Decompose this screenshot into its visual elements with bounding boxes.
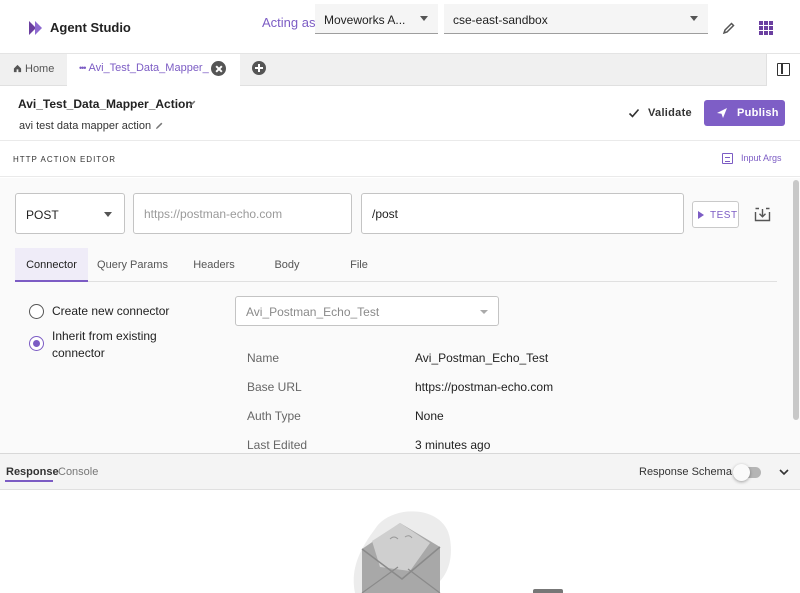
inherit-connector-label: Inherit from existing connector — [52, 329, 157, 360]
send-icon — [717, 108, 727, 118]
chevron-down-icon[interactable] — [778, 467, 790, 477]
play-icon — [698, 211, 704, 219]
apps-grid-icon[interactable] — [759, 21, 773, 35]
tab-response[interactable]: Response — [6, 466, 59, 478]
tab-connector[interactable]: Connector — [15, 248, 88, 282]
response-schema-toggle[interactable] — [733, 464, 761, 481]
caret-down-icon — [104, 212, 112, 217]
tab-file[interactable]: File — [341, 248, 377, 282]
tab-console[interactable]: Console — [58, 466, 98, 478]
caret-down-icon — [420, 16, 428, 21]
inherit-connector-radio[interactable] — [29, 336, 44, 351]
app-bar: Agent Studio Acting as: Moveworks A... c… — [0, 0, 800, 54]
resize-handle[interactable] — [533, 589, 563, 593]
caret-down-icon — [690, 16, 698, 21]
tab-headers[interactable]: Headers — [185, 248, 243, 282]
agent-studio-logo-icon[interactable] — [28, 20, 44, 36]
tab-strip: Home ••• Avi_Test_Data_Mapper_ — [0, 54, 800, 86]
test-button[interactable]: TEST — [692, 201, 739, 228]
input-args-button[interactable]: Input Args — [722, 153, 782, 164]
base-url-placeholder: https://postman-echo.com — [144, 207, 283, 221]
close-icon[interactable] — [211, 61, 226, 76]
publish-button[interactable]: Publish — [704, 100, 785, 126]
acting-as-label: Acting as: — [262, 15, 320, 30]
detail-auth-type-value: None — [415, 409, 444, 423]
pencil-icon[interactable] — [722, 21, 736, 35]
action-name: Avi_Test_Data_Mapper_Action — [18, 97, 193, 111]
editor-scrollbar[interactable] — [793, 180, 799, 420]
detail-base-url-value: https://postman-echo.com — [415, 380, 554, 394]
tab-query-params[interactable]: Query Params — [95, 248, 170, 282]
edit-description-pencil-icon[interactable] — [155, 121, 164, 130]
connector-select-value: Avi_Postman_Echo_Test — [246, 305, 380, 319]
tab-home[interactable]: Home — [0, 54, 66, 86]
create-connector-label: Create new connector — [52, 304, 170, 318]
validate-button[interactable]: Validate — [624, 103, 696, 123]
path-input[interactable]: /post — [361, 193, 684, 234]
detail-base-url-key: Base URL — [247, 380, 302, 394]
path-value: /post — [372, 207, 399, 221]
create-connector-radio[interactable] — [29, 304, 44, 319]
org-select[interactable]: Moveworks A... — [315, 4, 438, 34]
input-args-icon — [722, 153, 733, 164]
base-url-input[interactable]: https://postman-echo.com — [133, 193, 352, 234]
tab-action-editor[interactable]: ••• Avi_Test_Data_Mapper_ — [67, 54, 240, 86]
method-select[interactable]: POST — [15, 193, 125, 234]
org-select-value: Moveworks A... — [324, 13, 406, 27]
editor-tabs: Connector Query Params Headers Body File — [15, 248, 777, 282]
connector-select[interactable]: Avi_Postman_Echo_Test — [235, 296, 499, 326]
input-args-label: Input Args — [741, 153, 782, 163]
section-title: HTTP ACTION EDITOR — [13, 155, 117, 164]
panel-toggle-button[interactable] — [766, 54, 800, 86]
tab-body[interactable]: Body — [267, 248, 307, 282]
environment-select[interactable]: cse-east-sandbox — [444, 4, 708, 34]
publish-label: Publish — [737, 107, 779, 119]
action-description: avi test data mapper action — [19, 120, 152, 132]
detail-name-key: Name — [247, 351, 280, 365]
check-icon — [628, 108, 640, 118]
validate-label: Validate — [648, 107, 692, 119]
detail-last-edited-value: 3 minutes ago — [415, 438, 491, 452]
drag-dots-icon: ••• — [79, 63, 87, 73]
http-action-editor-header: HTTP ACTION EDITOR Input Args — [0, 140, 800, 177]
empty-envelope-illustration-icon — [353, 511, 451, 593]
detail-auth-type-key: Auth Type — [247, 409, 301, 423]
app-title[interactable]: Agent Studio — [50, 20, 131, 35]
panel-toggle-icon — [777, 63, 790, 76]
home-icon — [13, 64, 22, 73]
method-value: POST — [26, 208, 59, 222]
active-tab-indicator — [5, 480, 53, 482]
caret-down-icon — [480, 310, 488, 314]
response-schema-label: Response Schema — [639, 466, 732, 478]
add-icon[interactable] — [252, 61, 266, 75]
edit-name-pencil-icon[interactable] — [188, 99, 197, 108]
tab-home-label: Home — [25, 63, 55, 75]
environment-select-value: cse-east-sandbox — [453, 13, 548, 27]
test-label: TEST — [710, 210, 738, 221]
detail-last-edited-key: Last Edited — [247, 438, 308, 452]
detail-name-value: Avi_Postman_Echo_Test — [415, 351, 549, 365]
tab-action-label: Avi_Test_Data_Mapper_ — [88, 62, 209, 74]
download-icon[interactable] — [754, 207, 771, 222]
response-panel-header: Response Console Response Schema — [0, 453, 800, 490]
